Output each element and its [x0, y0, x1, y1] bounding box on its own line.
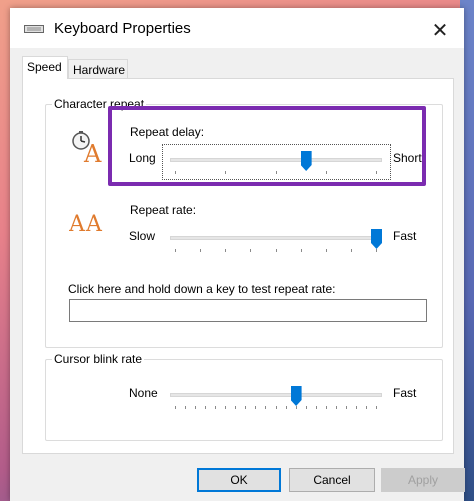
repeat-rate-label: Repeat rate: — [130, 203, 197, 217]
slider-tick — [376, 406, 377, 409]
slider-tick — [200, 249, 202, 252]
keyboard-properties-dialog: Keyboard Properties ✕ Hardware Speed Cha… — [10, 8, 465, 501]
cursor-blink-slider[interactable] — [170, 384, 382, 414]
test-repeat-input[interactable] — [69, 299, 427, 322]
slider-tick — [325, 249, 327, 252]
slider-tick — [245, 406, 247, 409]
slider-tick — [255, 406, 257, 409]
tab-hardware[interactable]: Hardware — [68, 59, 128, 80]
cursor-blink-min-label: None — [129, 386, 158, 400]
slider-tick — [315, 406, 317, 409]
cancel-button[interactable]: Cancel — [289, 468, 375, 492]
slider-tick — [295, 406, 297, 409]
title-bar: Keyboard Properties ✕ — [10, 8, 464, 48]
slider-tick — [195, 406, 197, 409]
repeat-rate-max-label: Fast — [393, 229, 417, 243]
cursor-blink-thumb[interactable] — [290, 386, 302, 406]
repeat-delay-clock-icon: A — [72, 131, 102, 165]
slider-tick — [175, 406, 176, 409]
svg-text:A: A — [69, 212, 86, 237]
slider-tick — [275, 406, 277, 409]
test-repeat-label: Click here and hold down a key to test r… — [68, 282, 336, 296]
slider-tick — [305, 406, 307, 409]
slider-tick — [185, 406, 187, 409]
slider-tick — [300, 249, 302, 252]
repeat-rate-min-label: Slow — [129, 229, 156, 243]
slider-tick — [345, 406, 347, 409]
slider-tick — [335, 406, 337, 409]
slider-tick — [365, 406, 367, 409]
slider-tick — [250, 249, 252, 252]
slider-tick — [376, 249, 377, 252]
slider-tick — [235, 406, 237, 409]
slider-tick — [350, 249, 352, 252]
repeat-rate-aa-icon: A A — [69, 212, 103, 237]
slider-tick — [205, 406, 207, 409]
repeat-rate-thumb[interactable] — [371, 229, 382, 249]
slider-tick — [225, 406, 227, 409]
svg-text:A: A — [83, 140, 102, 165]
cursor-blink-title: Cursor blink rate — [52, 352, 145, 366]
svg-text:A: A — [85, 212, 103, 237]
slider-tick — [325, 406, 327, 409]
slider-tick — [265, 406, 267, 409]
slider-tick — [275, 249, 277, 252]
cursor-blink-track — [170, 393, 382, 397]
slider-tick — [285, 406, 287, 409]
ok-button[interactable]: OK — [197, 468, 281, 492]
slider-tick — [175, 249, 176, 252]
keyboard-icon — [24, 25, 44, 33]
apply-button[interactable]: Apply — [381, 468, 465, 492]
repeat-rate-slider[interactable] — [170, 227, 382, 257]
slider-tick — [225, 249, 227, 252]
close-icon[interactable]: ✕ — [424, 16, 456, 44]
window-title: Keyboard Properties — [54, 20, 191, 37]
repeat-rate-track — [170, 236, 382, 240]
cursor-blink-max-label: Fast — [393, 386, 417, 400]
repeat-delay-highlight-box — [108, 106, 426, 186]
slider-tick — [215, 406, 217, 409]
slider-tick — [355, 406, 357, 409]
tab-speed[interactable]: Speed — [22, 56, 68, 79]
